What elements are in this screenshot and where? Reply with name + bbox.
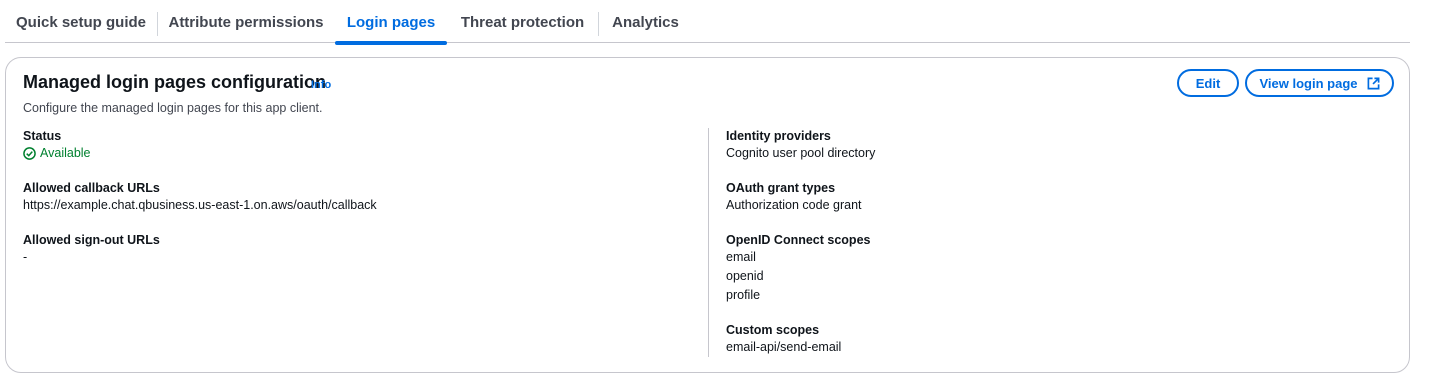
tab-analytics[interactable]: Analytics — [599, 0, 692, 43]
oauth-grant-types-field: OAuth grant types Authorization code gra… — [726, 180, 862, 215]
managed-login-config-panel: Managed login pages configuration Info C… — [5, 57, 1410, 373]
oidc-scope-item: profile — [726, 288, 761, 302]
tab-attribute-permissions[interactable]: Attribute permissions — [158, 0, 334, 43]
section-title: Managed login pages configuration — [23, 72, 327, 92]
status-value: Available — [23, 144, 91, 163]
view-login-page-button[interactable]: View login page — [1245, 69, 1394, 97]
section-description: Configure the managed login pages for th… — [23, 101, 323, 115]
oauth-grant-types-value: Authorization code grant — [726, 198, 862, 212]
external-link-icon — [1367, 77, 1380, 90]
status-label: Status — [23, 129, 62, 143]
identity-providers-label: Identity providers — [726, 129, 831, 143]
custom-scopes-field: Custom scopes email-api/send-email — [726, 322, 841, 357]
signout-urls-value: - — [23, 250, 28, 264]
custom-scopes-value: email-api/send-email — [726, 340, 842, 354]
identity-providers-value: Cognito user pool directory — [726, 146, 876, 160]
view-login-page-label: View login page — [1259, 75, 1358, 91]
info-link[interactable]: Info — [311, 79, 331, 91]
edit-button-label: Edit — [1195, 75, 1221, 91]
signout-urls-label: Allowed sign-out URLs — [23, 233, 160, 247]
tab-threat-protection[interactable]: Threat protection — [448, 0, 597, 43]
callback-urls-label: Allowed callback URLs — [23, 181, 160, 195]
status-field: Status Available — [23, 128, 91, 163]
column-divider — [708, 128, 709, 357]
oidc-scope-item: email — [726, 250, 756, 264]
identity-providers-field: Identity providers Cognito user pool dir… — [726, 128, 875, 163]
tab-bar: Quick setup guide Attribute permissions … — [5, 0, 1410, 45]
oidc-scopes-label: OpenID Connect scopes — [726, 233, 871, 247]
signout-urls-field: Allowed sign-out URLs - — [23, 232, 160, 267]
edit-button[interactable]: Edit — [1177, 69, 1239, 97]
status-check-icon — [23, 147, 36, 160]
callback-urls-field: Allowed callback URLs https://example.ch… — [23, 180, 377, 215]
oidc-scope-item: openid — [726, 269, 764, 283]
tab-login-pages[interactable]: Login pages — [335, 0, 447, 45]
custom-scopes-label: Custom scopes — [726, 323, 820, 337]
oidc-scopes-field: OpenID Connect scopes email openid profi… — [726, 232, 870, 305]
status-text: Available — [40, 146, 91, 160]
oauth-grant-types-label: OAuth grant types — [726, 181, 836, 195]
callback-urls-value: https://example.chat.qbusiness.us-east-1… — [23, 198, 377, 212]
tab-quick-setup-guide[interactable]: Quick setup guide — [5, 0, 157, 43]
